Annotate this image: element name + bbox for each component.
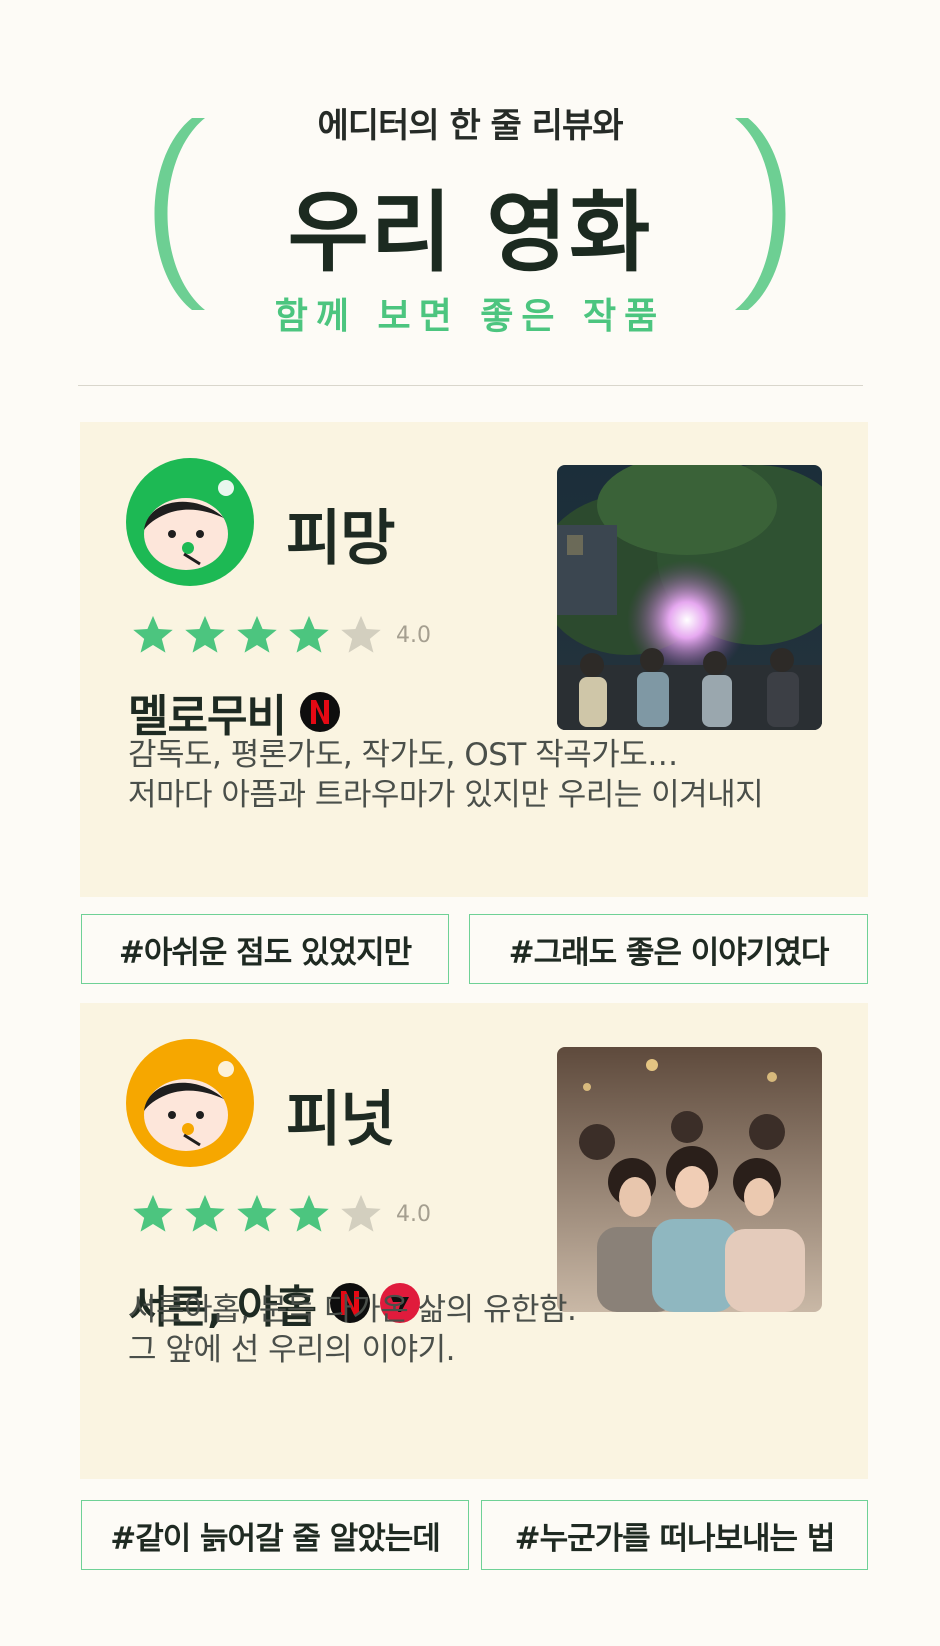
review-text: 서른아홉, 문득 다가온 삶의 유한함. 그 앞에 선 우리의 이야기. (128, 1290, 577, 1370)
header-tagline: 함께 보면 좋은 작품 (274, 296, 666, 337)
star-filled-icon (185, 615, 225, 653)
header-subtitle: 에디터의 한 줄 리뷰와 (317, 106, 623, 146)
star-filled-icon (185, 1194, 225, 1232)
rating-value: 4.0 (396, 1201, 431, 1227)
rating-value: 4.0 (396, 622, 431, 648)
star-filled-icon (237, 615, 277, 653)
hashtag: #누군가를 떠나보내는 법 (481, 1500, 868, 1570)
star-filled-icon (133, 615, 173, 653)
star-empty-icon (341, 1194, 381, 1232)
hashtag: #아쉬운 점도 있었지만 (81, 914, 449, 984)
header-divider (78, 385, 863, 386)
review-line: 그 앞에 선 우리의 이야기. (128, 1332, 455, 1368)
hashtag: #같이 늙어갈 줄 알았는데 (81, 1500, 469, 1570)
review-card: 피망 4.0 멜로무비 감독도, 평론가도, 작가도, OST 작곡가도… 저마… (80, 422, 868, 897)
page-header: 에디터의 한 줄 리뷰와 우리 영화 함께 보면 좋은 작품 (0, 0, 940, 380)
editor-name: 피넛 (286, 1085, 395, 1155)
page-title: 우리 영화 (287, 181, 653, 284)
hashtag: #그래도 좋은 이야기였다 (469, 914, 868, 984)
star-rating: 4.0 (130, 1191, 431, 1237)
star-filled-icon (133, 1194, 173, 1232)
star-filled-icon (289, 615, 329, 653)
review-card: 피넛 4.0 서른, 아홉 서른아홉, 문득 다가온 삶의 유한함. 그 앞에 … (80, 1003, 868, 1479)
peanut-face-avatar-icon (126, 1039, 254, 1167)
pepper-face-avatar-icon (126, 458, 254, 586)
movie-poster-image (557, 1047, 822, 1312)
star-filled-icon (289, 1194, 329, 1232)
review-line: 저마다 아픔과 트라우마가 있지만 우리는 이겨내지 (128, 777, 764, 813)
review-line: 감독도, 평론가도, 작가도, OST 작곡가도… (128, 737, 678, 773)
right-parenthesis-icon (735, 118, 786, 310)
netflix-icon (299, 692, 340, 732)
star-rating: 4.0 (130, 612, 431, 658)
star-filled-icon (237, 1194, 277, 1232)
movie-poster-image (557, 465, 822, 730)
star-empty-icon (341, 615, 381, 653)
review-text: 감독도, 평론가도, 작가도, OST 작곡가도… 저마다 아픔과 트라우마가 … (128, 735, 764, 815)
review-line: 서른아홉, 문득 다가온 삶의 유한함. (128, 1292, 577, 1328)
editor-name: 피망 (286, 504, 395, 574)
